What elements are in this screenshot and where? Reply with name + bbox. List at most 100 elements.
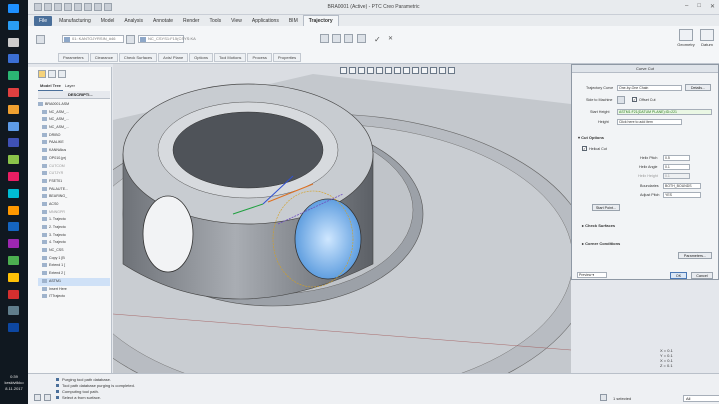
subtab-tool-motions[interactable]: Tool Motions	[213, 53, 247, 62]
taskbar-app-icon[interactable]	[8, 71, 19, 81]
tree-item[interactable]: Copy 1 [B	[38, 255, 110, 263]
datum-button[interactable]: Datum	[698, 29, 716, 47]
taskbar-app-icon[interactable]	[8, 222, 19, 232]
taskbar-app-icon[interactable]	[8, 138, 19, 148]
cut-options-section[interactable]: ▾ Cut Options	[578, 135, 604, 140]
corner-conditions-section[interactable]: ▸ Corner Conditions	[582, 241, 620, 246]
tree-item[interactable]: MNNGPR	[38, 209, 110, 217]
details-button[interactable]: Details...	[685, 84, 711, 91]
tree-item[interactable]: ASTM1	[38, 277, 110, 286]
taskbar-app-icon[interactable]	[8, 272, 19, 282]
tab-view[interactable]: View	[226, 16, 247, 26]
annotation-display-icon[interactable]	[412, 67, 419, 74]
start-point-button[interactable]: Start Point...	[592, 204, 620, 211]
offset-cut-checkbox[interactable]: ✓	[632, 97, 637, 102]
repaint-icon[interactable]	[367, 67, 374, 74]
taskbar-app-icon[interactable]	[8, 4, 19, 13]
taskbar-app-icon[interactable]	[8, 289, 19, 299]
tree-item[interactable]: NC_ASM_...	[38, 109, 110, 117]
tree-item[interactable]: Insert Here	[38, 286, 110, 294]
csys-selector[interactable]: NC_CSYS1:F15(CSYS:KA	[138, 35, 196, 43]
tab-manufacturing[interactable]: Manufacturing	[54, 16, 96, 26]
maximize-button[interactable]: □	[697, 3, 701, 10]
csys-display-icon[interactable]	[430, 67, 437, 74]
minimize-button[interactable]: –	[685, 3, 688, 10]
tree-item[interactable]: CUTJYR	[38, 170, 110, 178]
taskbar-app-icon[interactable]	[8, 256, 19, 265]
taskbar-app-icon[interactable]	[8, 155, 19, 165]
tab-tools[interactable]: Tools	[204, 16, 226, 26]
tab-trajectory[interactable]: Trajectory	[302, 15, 339, 26]
cancel-button[interactable]: Cancel	[691, 272, 713, 279]
folder-browser-icon[interactable]	[48, 70, 56, 78]
toolpath-display-icon[interactable]	[439, 67, 446, 74]
tab-bim[interactable]: BIM	[284, 16, 303, 26]
tree-item[interactable]: 1. Trajecto	[38, 216, 110, 224]
tool-selector[interactable]: 01: KANTOJYRSIN_#46	[62, 35, 124, 43]
taskbar-app-icon[interactable]	[8, 205, 19, 215]
tree-item[interactable]: 3. Trajecto	[38, 232, 110, 240]
selection-icon[interactable]	[600, 394, 607, 401]
subtab-properties[interactable]: Properties	[272, 53, 302, 62]
flip-side-icon[interactable]	[617, 96, 625, 104]
favorites-icon[interactable]	[58, 70, 66, 78]
tree-column-header[interactable]: DESCRIPTI...	[38, 91, 110, 99]
helix-angle-field[interactable]: 0.1	[663, 164, 690, 170]
height-field[interactable]: Click here to add item	[617, 119, 682, 125]
selection-filter[interactable]: All	[683, 395, 719, 402]
taskbar-app-icon[interactable]	[8, 104, 19, 114]
tree-item[interactable]: PALAUTE...	[38, 186, 110, 194]
close-button[interactable]: ✕	[710, 3, 715, 10]
taskbar-app-icon[interactable]	[8, 88, 19, 97]
tree-item[interactable]: BRA0001.ASM	[38, 101, 110, 109]
model-tree-toggle-icon[interactable]	[44, 394, 51, 401]
taskbar-app-icon[interactable]	[8, 121, 19, 131]
preview-dropdown[interactable]: Preview ▾	[577, 272, 607, 278]
verify-icon[interactable]	[344, 34, 353, 43]
tree-item[interactable]: FSET01	[38, 178, 110, 186]
taskbar-app-icon[interactable]	[8, 188, 19, 198]
tree-item[interactable]: BEARING_	[38, 193, 110, 201]
start-height-field[interactable]: ASTM1:F21(DATUM PLANE):ID=221	[617, 109, 712, 115]
tree-item[interactable]: NC_ASM_...	[38, 124, 110, 132]
geometry-button[interactable]: Geometry	[676, 29, 696, 47]
boundaries-select[interactable]: BOTH_BOUNDS	[663, 183, 701, 189]
parameters-button[interactable]: Parameters...	[678, 252, 712, 259]
preview-icon[interactable]	[332, 34, 341, 43]
pause-view-icon[interactable]	[448, 67, 455, 74]
check-surfaces-section[interactable]: ▸ Check Surfaces	[582, 223, 615, 228]
tool-manager-icon[interactable]	[126, 35, 135, 44]
tree-item[interactable]: Extend 1 [	[38, 262, 110, 270]
subtab-axis-plane[interactable]: Axis/ Plane	[158, 53, 189, 62]
pause-icon[interactable]	[320, 34, 329, 43]
model-tree-icon[interactable]	[38, 70, 46, 78]
tab-model[interactable]: Model	[96, 16, 120, 26]
taskbar-app-icon[interactable]	[8, 323, 19, 333]
tree-item[interactable]: CUTCOM	[38, 163, 110, 171]
subtab-check-surfaces[interactable]: Check Surfaces	[118, 53, 158, 62]
helical-cut-checkbox[interactable]: ✓	[582, 146, 587, 151]
tree-item[interactable]: Extend 2 [	[38, 270, 110, 278]
tree-item[interactable]: DRIBO	[38, 132, 110, 140]
ok-button[interactable]: OK	[670, 272, 687, 279]
subtab-clearance[interactable]: Clearance	[89, 53, 118, 62]
adjust-pitch-select[interactable]: YES	[663, 192, 701, 198]
refit-icon[interactable]	[340, 67, 347, 74]
tab-analysis[interactable]: Analysis	[119, 16, 148, 26]
view-manager-icon[interactable]	[394, 67, 401, 74]
tree-item[interactable]: 2. Trajecto	[38, 224, 110, 232]
tab-file[interactable]: File	[34, 16, 53, 26]
tab-applications[interactable]: Applications	[247, 16, 284, 26]
message-log-icon[interactable]	[34, 394, 41, 401]
tree-item[interactable]: NC_ASM_...	[38, 116, 110, 124]
datum-display-icon[interactable]	[403, 67, 410, 74]
tree-item[interactable]: ACS0	[38, 201, 110, 209]
glasses-icon[interactable]	[357, 34, 366, 43]
zoom-in-icon[interactable]	[349, 67, 356, 74]
cad-model-view[interactable]	[113, 64, 571, 373]
taskbar-app-icon[interactable]	[8, 239, 19, 249]
taskbar-app-icon[interactable]	[8, 172, 19, 181]
graphics-viewport[interactable]	[113, 64, 571, 373]
helix-pitch-field[interactable]: 0.5	[663, 155, 690, 161]
taskbar-app-icon[interactable]	[8, 37, 19, 47]
